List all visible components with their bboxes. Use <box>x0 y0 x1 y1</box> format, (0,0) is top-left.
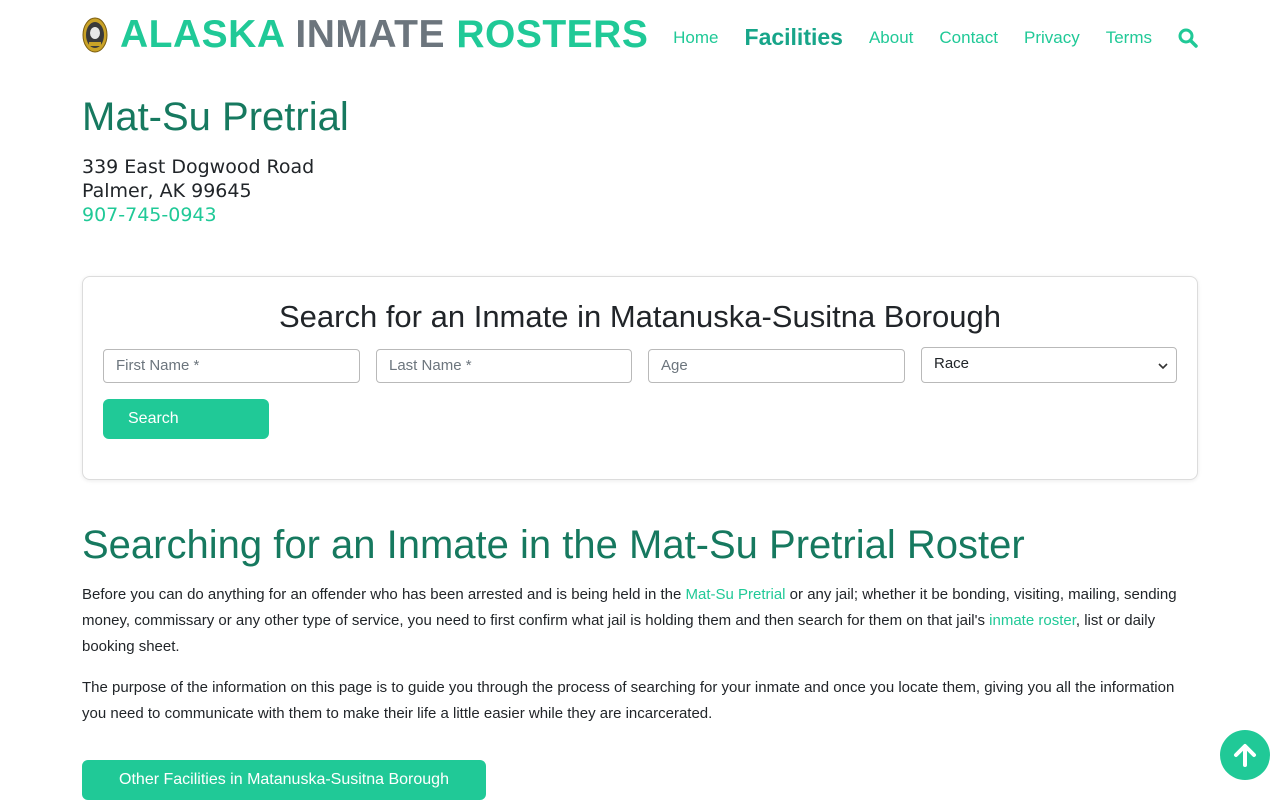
nav-about[interactable]: About <box>869 28 913 48</box>
address-line-1: 339 East Dogwood Road <box>82 156 315 178</box>
article-paragraph-1: Before you can do anything for an offend… <box>82 582 1182 660</box>
facility-phone-link[interactable]: 907-745-0943 <box>82 203 314 227</box>
p1-text-a: Before you can do anything for an offend… <box>82 586 686 603</box>
nav-contact[interactable]: Contact <box>939 28 998 48</box>
facility-title: Mat-Su Pretrial <box>82 95 349 139</box>
brand-word-alaska: ALASKA <box>120 13 285 56</box>
article-title: Searching for an Inmate in the Mat-Su Pr… <box>82 523 1025 567</box>
page: ALASKA INMATE ROSTERS Home Facilities Ab… <box>0 0 1280 800</box>
nav-facilities[interactable]: Facilities <box>745 24 843 51</box>
address-line-2: Palmer, AK 99645 <box>82 180 252 202</box>
article-paragraph-2: The purpose of the information on this p… <box>82 679 1175 722</box>
other-facilities-button[interactable]: Other Facilities in Matanuska-Susitna Bo… <box>82 760 486 800</box>
chevron-down-icon <box>1158 363 1168 370</box>
search-button[interactable]: Search <box>103 399 269 439</box>
nav-privacy[interactable]: Privacy <box>1024 28 1080 48</box>
brand-word-rosters: ROSTERS <box>456 13 649 56</box>
site-logo[interactable]: ALASKA INMATE ROSTERS <box>82 15 648 55</box>
back-to-top-button[interactable] <box>1220 730 1270 780</box>
age-input[interactable]: Age <box>648 349 905 383</box>
race-select-value: Race <box>934 355 970 372</box>
arrow-up-icon <box>1234 744 1256 767</box>
inmate-roster-link[interactable]: inmate roster <box>989 612 1076 629</box>
brand-name: ALASKA INMATE ROSTERS <box>120 15 648 55</box>
facility-address: 339 East Dogwood Road Palmer, AK 99645 9… <box>82 155 314 227</box>
nav-home[interactable]: Home <box>673 28 718 48</box>
main-nav: Home Facilities About Contact Privacy Te… <box>647 24 1198 51</box>
search-icon[interactable] <box>1178 28 1198 48</box>
sheriff-badge-icon <box>82 17 108 53</box>
first-name-input[interactable]: First Name * <box>103 349 360 383</box>
search-card-title: Search for an Inmate in Matanuska-Susitn… <box>278 299 1002 334</box>
inmate-search-card: Search for an Inmate in Matanuska-Susitn… <box>82 276 1198 480</box>
site-header: ALASKA INMATE ROSTERS Home Facilities Ab… <box>82 10 1198 60</box>
race-select[interactable]: Race <box>921 347 1177 383</box>
last-name-input[interactable]: Last Name * <box>376 349 632 383</box>
facility-link[interactable]: Mat-Su Pretrial <box>685 586 785 603</box>
nav-terms[interactable]: Terms <box>1106 28 1152 48</box>
brand-word-inmate: INMATE <box>295 13 445 56</box>
